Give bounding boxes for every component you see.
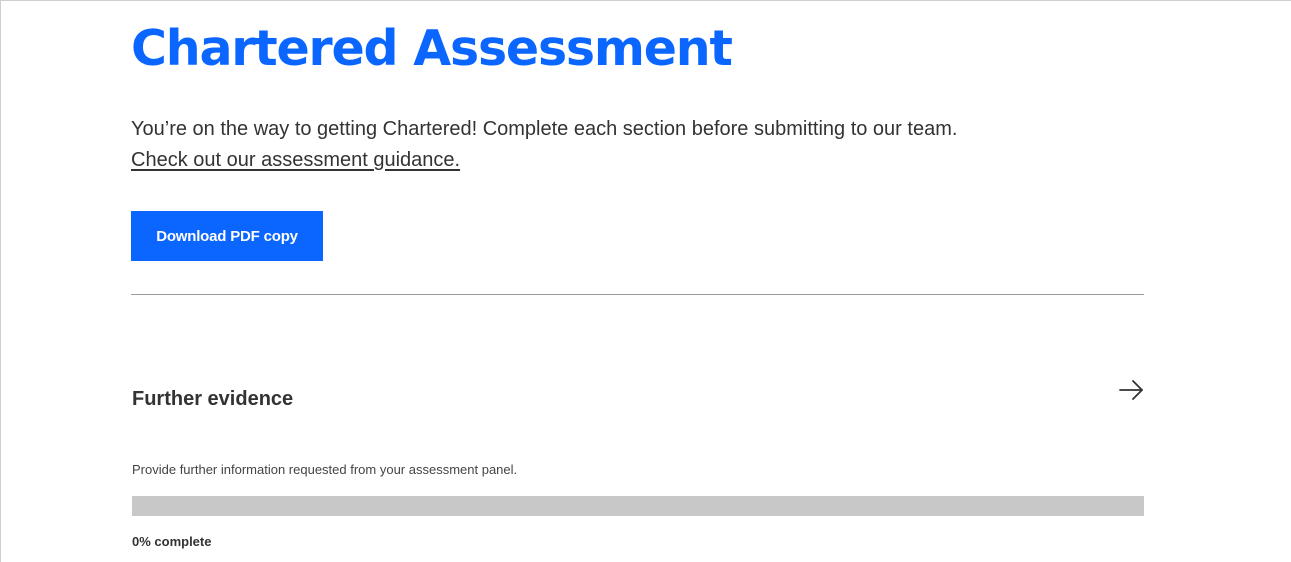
progress-bar [132, 496, 1144, 516]
page: Chartered Assessment You’re on the way t… [0, 0, 1291, 562]
section-divider [131, 294, 1144, 295]
page-title: Chartered Assessment [131, 20, 733, 77]
section-title: Further evidence [132, 388, 294, 410]
section-description: Provide further information requested fr… [132, 462, 518, 477]
section-card-further-evidence[interactable]: Further evidence Provide further informa… [131, 361, 1144, 561]
arrow-right-icon[interactable] [1118, 377, 1144, 403]
download-pdf-button[interactable]: Download PDF copy [131, 211, 323, 261]
intro-text: You’re on the way to getting Chartered! … [131, 118, 958, 140]
progress-label: 0% complete [132, 534, 212, 549]
assessment-guidance-link[interactable]: Check out our assessment guidance. [131, 146, 460, 174]
